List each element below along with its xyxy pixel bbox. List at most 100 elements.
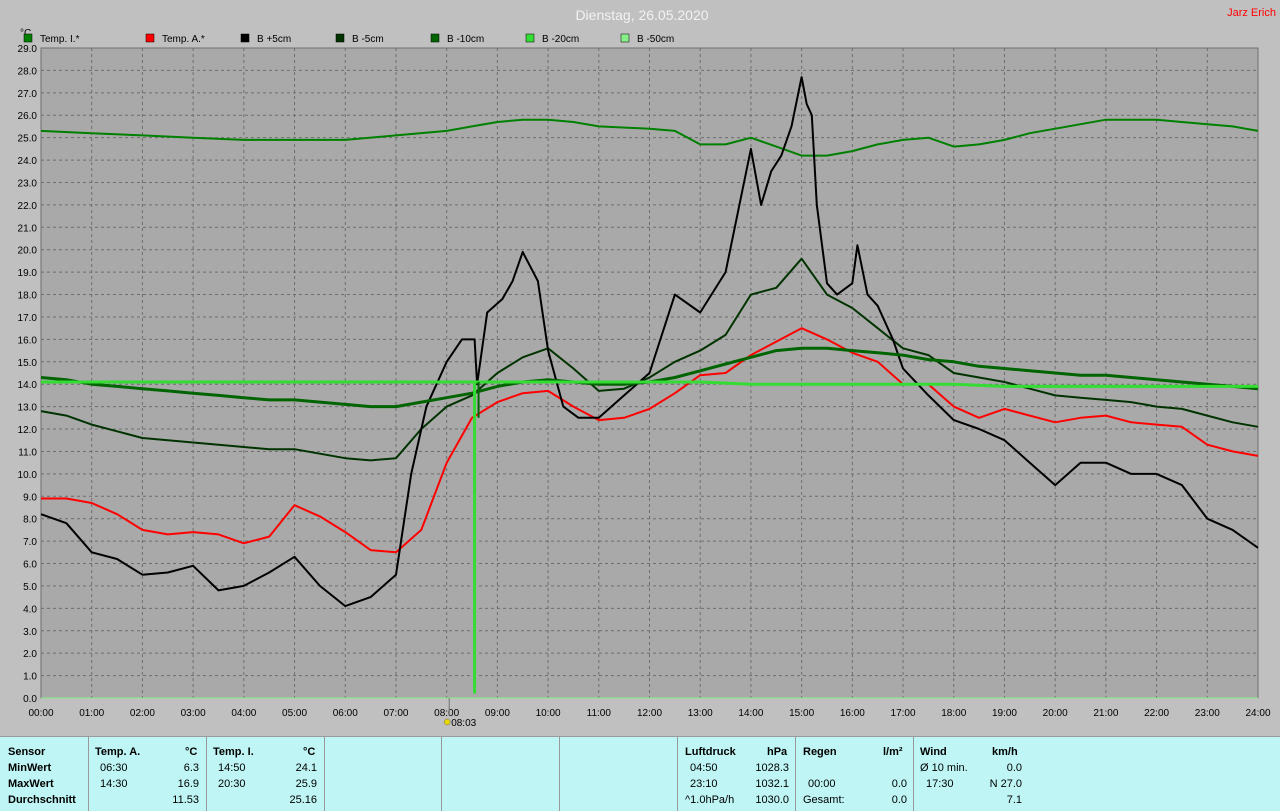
divider <box>677 737 678 811</box>
y-tick-label: 1.0 <box>23 672 37 683</box>
pressure-max-time: 23:10 <box>690 778 718 790</box>
author-label: Jarz Erich <box>1227 7 1276 19</box>
temp-i-header: Temp. I. <box>213 746 254 758</box>
rain-max-value: 0.0 <box>891 778 907 790</box>
y-tick-label: 2.0 <box>23 649 37 660</box>
wind-max-time: 17:30 <box>926 778 954 790</box>
x-tick-label: 19:00 <box>992 708 1017 719</box>
legend-swatch <box>335 33 345 43</box>
pressure-trend-label: ^1.0hPa/h <box>685 794 735 806</box>
wind-max-value: N 27.0 <box>989 778 1022 790</box>
rain-header: Regen <box>803 746 837 758</box>
legend-swatch <box>620 33 630 43</box>
wind-avg10-label: Ø 10 min. <box>920 762 968 774</box>
temp-i-min-time: 14:50 <box>218 762 246 774</box>
x-tick-label: 07:00 <box>383 708 408 719</box>
legend-label: Temp. A.* <box>162 34 205 45</box>
y-tick-label: 0.0 <box>23 694 37 705</box>
x-axis: 00:00 01:00 02:00 03:00 04:00 05:00 06:00 07:00… <box>28 708 1270 719</box>
sun-icon <box>443 718 451 726</box>
pressure-avg: 1030.0 <box>755 794 789 806</box>
temp-a-unit: °C <box>185 746 198 758</box>
divider <box>559 737 560 811</box>
x-tick-label: 15:00 <box>789 708 814 719</box>
y-tick-label: 8.0 <box>23 515 37 526</box>
y-axis: 0.0 1.0 2.0 3.0 4.0 5.0 6.0 7.0 8.0 9.0 10.0 11.0 12… <box>18 44 38 705</box>
pressure-min-value: 1028.3 <box>755 762 789 774</box>
y-tick-label: 20.0 <box>18 246 38 257</box>
y-tick-label: 10.0 <box>18 470 38 481</box>
legend-label: B -5cm <box>352 34 384 45</box>
x-tick-label: 11:00 <box>587 708 612 719</box>
y-tick-label: 7.0 <box>23 537 37 548</box>
time-marker: 08:03 <box>443 698 477 729</box>
y-tick-label: 14.0 <box>18 380 38 391</box>
y-tick-label: 24.0 <box>18 156 38 167</box>
y-tick-label: 11.0 <box>18 447 37 458</box>
legend-label: Temp. I.* <box>40 34 80 45</box>
avg-label: Durchschnitt <box>8 794 76 806</box>
rain-total-label: Gesamt: <box>803 794 845 806</box>
legend-label: B -20cm <box>542 34 579 45</box>
y-tick-label: 25.0 <box>18 134 38 145</box>
y-tick-label: 13.0 <box>18 403 38 414</box>
y-tick-label: 28.0 <box>18 66 38 77</box>
temp-a-avg: 11.53 <box>172 794 199 806</box>
legend-label: B -10cm <box>447 34 484 45</box>
wind-avg10-value: 0.0 <box>1006 762 1022 774</box>
x-tick-label: 20:00 <box>1043 708 1068 719</box>
y-tick-label: 18.0 <box>18 291 38 302</box>
legend-swatch <box>430 33 440 43</box>
pressure-header: Luftdruck <box>685 746 736 758</box>
legend-swatch <box>240 33 250 43</box>
x-tick-label: 21:00 <box>1093 708 1118 719</box>
pressure-min-time: 04:50 <box>690 762 718 774</box>
divider <box>795 737 796 811</box>
temp-a-min-value: 6.3 <box>183 762 199 774</box>
divider <box>206 737 207 811</box>
wind-avg: 7.1 <box>1006 794 1022 806</box>
x-tick-label: 23:00 <box>1195 708 1220 719</box>
temp-a-min-time: 06:30 <box>100 762 128 774</box>
legend-swatch <box>525 33 535 43</box>
y-tick-label: 29.0 <box>18 44 38 55</box>
marker-label: 08:03 <box>451 718 476 729</box>
y-tick-label: 19.0 <box>18 268 38 279</box>
y-tick-label: 9.0 <box>23 492 37 503</box>
x-tick-label: 00:00 <box>28 708 53 719</box>
y-tick-label: 21.0 <box>18 223 38 234</box>
divider <box>913 737 914 811</box>
x-tick-label: 05:00 <box>282 708 307 719</box>
x-tick-label: 04:00 <box>231 708 256 719</box>
x-tick-label: 06:00 <box>333 708 358 719</box>
pressure-max-value: 1032.1 <box>755 778 789 790</box>
x-tick-label: 09:00 <box>485 708 510 719</box>
y-tick-label: 23.0 <box>18 178 38 189</box>
stats-footer: Sensor MinWert MaxWert Durchschnitt Temp… <box>0 736 1280 811</box>
max-label: MaxWert <box>8 778 54 790</box>
y-tick-label: 5.0 <box>23 582 37 593</box>
x-tick-label: 10:00 <box>536 708 561 719</box>
x-tick-label: 18:00 <box>941 708 966 719</box>
divider <box>441 737 442 811</box>
rain-total: 0.0 <box>891 794 907 806</box>
x-tick-label: 13:00 <box>688 708 713 719</box>
chart-title: Dienstag, 26.05.2020 <box>575 7 708 23</box>
x-tick-label: 01:00 <box>79 708 104 719</box>
chart: Dienstag, 26.05.2020 Jarz Erich °C Temp.… <box>18 7 1276 729</box>
y-tick-label: 15.0 <box>18 358 38 369</box>
x-tick-label: 16:00 <box>840 708 865 719</box>
y-tick-label: 27.0 <box>18 89 38 100</box>
y-tick-label: 12.0 <box>18 425 38 436</box>
pressure-unit: hPa <box>767 746 788 758</box>
legend-swatch <box>145 33 155 43</box>
temp-i-max-time: 20:30 <box>218 778 246 790</box>
wind-header: Wind <box>920 746 947 758</box>
temp-i-min-value: 24.1 <box>295 762 317 774</box>
y-tick-label: 16.0 <box>18 335 38 346</box>
y-tick-label: 6.0 <box>23 560 37 571</box>
temp-a-max-time: 14:30 <box>100 778 128 790</box>
temp-a-max-value: 16.9 <box>177 778 199 790</box>
x-tick-label: 02:00 <box>130 708 155 719</box>
y-tick-label: 3.0 <box>23 627 37 638</box>
